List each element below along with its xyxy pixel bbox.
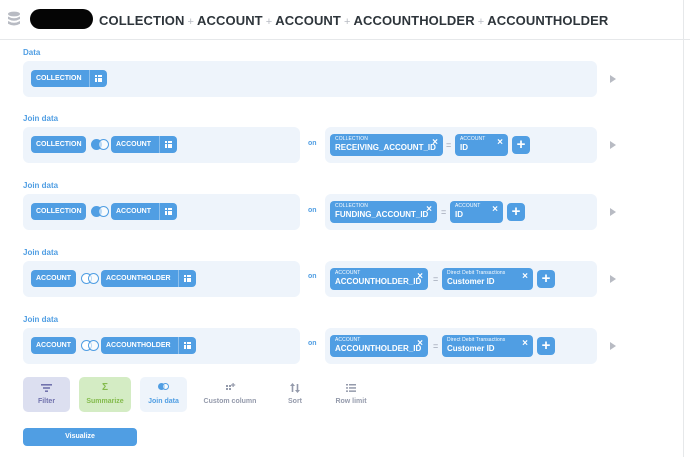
remove-field-icon[interactable]: × [432, 138, 438, 148]
breadcrumb: COLLECTION + ACCOUNT + ACCOUNT + ACCOUNTHOLDER… [99, 13, 609, 28]
join-on-label: on [308, 140, 317, 147]
crumb-table[interactable]: ACCOUNTHOLDER [487, 13, 608, 28]
remove-field-icon[interactable]: × [417, 339, 423, 349]
join-left-table-pill[interactable]: ACCOUNT [31, 337, 76, 354]
step-preview-arrow-icon[interactable] [610, 75, 616, 83]
join-right-table-pill[interactable]: ACCOUNTHOLDER [101, 337, 196, 354]
join-left-table-pill[interactable]: COLLECTION [31, 203, 86, 220]
join-right-table-pill[interactable]: ACCOUNT [111, 136, 177, 153]
add-condition-button[interactable]: + [507, 203, 525, 221]
join-tables-panel: ACCOUNT ACCOUNTHOLDER [23, 328, 300, 364]
join-data-button[interactable]: Join data [140, 377, 187, 412]
remove-field-icon[interactable]: × [497, 138, 503, 148]
step-preview-arrow-icon[interactable] [610, 342, 616, 350]
row-limit-label: Row limit [335, 398, 367, 405]
join-tables-panel: COLLECTION ACCOUNT [23, 127, 300, 163]
remove-field-icon[interactable]: × [426, 205, 432, 215]
join-right-field[interactable]: ACCOUNT ID × [455, 134, 508, 156]
join-operator[interactable]: = [446, 140, 451, 150]
custom-column-button[interactable]: Custom column [199, 377, 261, 412]
database-icon [8, 11, 20, 26]
table-grid-icon[interactable] [159, 203, 177, 220]
divider [683, 0, 684, 457]
join-operator[interactable]: = [433, 341, 438, 351]
sort-button[interactable]: Sort [279, 377, 311, 412]
join-on-label: on [308, 207, 317, 214]
join-right-field[interactable]: ACCOUNT ID × [450, 201, 503, 223]
join-type-icon[interactable] [91, 206, 109, 217]
join-tables-panel: ACCOUNT ACCOUNTHOLDER [23, 261, 300, 297]
join-step-label: Join data [23, 114, 59, 123]
join-condition-panel: COLLECTION RECEIVING_ACCOUNT_ID × = ACCO… [325, 127, 597, 163]
query-header: COLLECTION + ACCOUNT + ACCOUNT + ACCOUNTHOLDER… [0, 0, 690, 40]
join-right-table-pill[interactable]: ACCOUNT [111, 203, 177, 220]
join-operator[interactable]: = [433, 274, 438, 284]
join-type-icon[interactable] [91, 139, 109, 150]
join-left-field[interactable]: ACCOUNT ACCOUNTHOLDER_ID × [330, 335, 428, 357]
step-preview-arrow-icon[interactable] [610, 208, 616, 216]
join-left-table-pill[interactable]: COLLECTION [31, 136, 86, 153]
table-grid-icon[interactable] [178, 270, 196, 287]
data-step-label: Data [23, 48, 41, 57]
join-type-icon[interactable] [81, 340, 99, 351]
summarize-button[interactable]: Σ Summarize [79, 377, 131, 412]
table-grid-icon[interactable] [89, 70, 107, 87]
filter-icon [41, 384, 52, 392]
remove-field-icon[interactable]: × [492, 205, 498, 215]
list-icon [346, 384, 356, 392]
add-condition-button[interactable]: + [512, 136, 530, 154]
sort-label: Sort [288, 398, 302, 405]
step-preview-arrow-icon[interactable] [610, 275, 616, 283]
join-right-field[interactable]: Direct Debit Transactions Customer ID × [442, 268, 533, 290]
filter-button[interactable]: Filter [23, 377, 70, 412]
custom-column-label: Custom column [203, 398, 257, 405]
redacted-database-name [30, 9, 93, 29]
remove-field-icon[interactable]: × [522, 339, 528, 349]
join-step-label: Join data [23, 181, 59, 190]
join-operator[interactable]: = [441, 207, 446, 217]
join-left-field[interactable]: COLLECTION RECEIVING_ACCOUNT_ID × [330, 134, 443, 156]
crumb-table[interactable]: COLLECTION [99, 13, 185, 28]
summarize-label: Summarize [86, 398, 124, 405]
table-grid-icon[interactable] [159, 136, 177, 153]
join-condition-panel: ACCOUNT ACCOUNTHOLDER_ID × = Direct Debi… [325, 261, 597, 297]
join-left-field[interactable]: COLLECTION FUNDING_ACCOUNT_ID × [330, 201, 437, 223]
join-tables-panel: COLLECTION ACCOUNT [23, 194, 300, 230]
sigma-icon: Σ [101, 382, 108, 393]
join-data-label: Join data [148, 398, 179, 405]
sort-icon [290, 383, 300, 393]
join-on-label: on [308, 273, 317, 280]
crumb-table[interactable]: ACCOUNT [275, 13, 341, 28]
join-left-field[interactable]: ACCOUNT ACCOUNTHOLDER_ID × [330, 268, 428, 290]
join-condition-panel: COLLECTION FUNDING_ACCOUNT_ID × = ACCOUN… [325, 194, 597, 230]
join-right-field[interactable]: Direct Debit Transactions Customer ID × [442, 335, 533, 357]
step-preview-arrow-icon[interactable] [610, 141, 616, 149]
join-condition-panel: ACCOUNT ACCOUNTHOLDER_ID × = Direct Debi… [325, 328, 597, 364]
join-step-label: Join data [23, 248, 59, 257]
remove-field-icon[interactable]: × [417, 272, 423, 282]
add-condition-button[interactable]: + [537, 270, 555, 288]
join-type-icon[interactable] [81, 273, 99, 284]
add-column-icon [226, 383, 236, 390]
data-step-panel: COLLECTION [23, 61, 597, 97]
table-grid-icon[interactable] [178, 337, 196, 354]
source-table-pill[interactable]: COLLECTION [31, 70, 107, 87]
crumb-table[interactable]: ACCOUNT [197, 13, 263, 28]
remove-field-icon[interactable]: × [522, 272, 528, 282]
filter-label: Filter [37, 398, 56, 405]
join-left-table-pill[interactable]: ACCOUNT [31, 270, 76, 287]
join-on-label: on [308, 340, 317, 347]
join-right-table-pill[interactable]: ACCOUNTHOLDER [101, 270, 196, 287]
visualize-button[interactable]: Visualize [23, 428, 137, 446]
join-icon [158, 383, 169, 390]
crumb-table[interactable]: ACCOUNTHOLDER [354, 13, 475, 28]
add-condition-button[interactable]: + [537, 337, 555, 355]
join-step-label: Join data [23, 315, 59, 324]
row-limit-button[interactable]: Row limit [331, 377, 371, 412]
